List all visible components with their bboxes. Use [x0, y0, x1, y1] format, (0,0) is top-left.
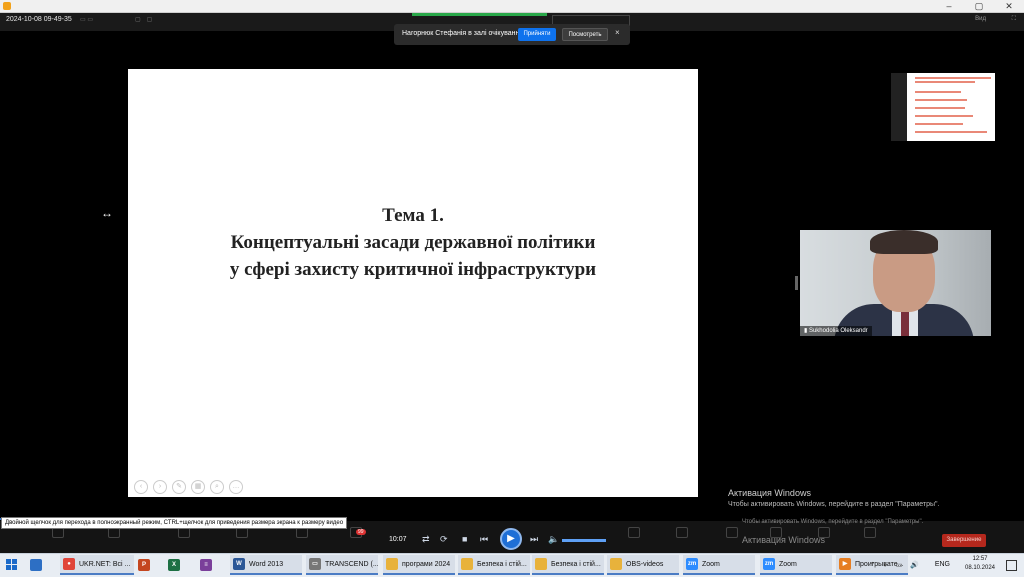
taskbar-app-label: Безпека і стій... — [551, 560, 601, 568]
presentation-slide: Тема 1. Концептуальні засади державної п… — [128, 69, 698, 497]
powerpoint-icon: P — [138, 559, 150, 571]
windows-activation-text: Чтобы активировать Windows, перейдите в … — [728, 501, 940, 508]
waiting-room-notification: Нагорнюк Стефанія в залі очікування Прий… — [394, 24, 630, 45]
slide-toolbar: ‹ › ✎ ▦ ⌕ … — [134, 480, 243, 494]
windows-taskbar: ● UKR.NET: Всі ... P X ≡ W Word 2013 ▭ TRANSCEND… — [0, 553, 1024, 577]
windows-activation-text-echo: Чтобы активировать Windows, перейдите в … — [742, 519, 924, 525]
zoom2-taskbar-button[interactable]: zm Zoom — [760, 555, 832, 575]
transcend-taskbar-button[interactable]: ▭ TRANSCEND (... — [306, 555, 378, 575]
minimize-icon[interactable]: – — [934, 0, 964, 12]
header-icons-faded: ▢▢ — [135, 17, 159, 23]
powerpoint-taskbar-button[interactable]: P — [138, 555, 160, 575]
thumbnail-preview — [907, 73, 995, 141]
volume-slider[interactable] — [562, 539, 606, 542]
slide-title-line-3: у сфері захисту критичної інфраструктури — [229, 259, 597, 280]
view-button[interactable]: Вид — [975, 16, 986, 22]
slide-title-line-2: Концептуальні засади державної політики — [230, 232, 596, 253]
recording-timestamp: 2024-10-08 09-49-35 — [6, 16, 72, 23]
previous-icon[interactable]: ⏮ — [480, 534, 488, 545]
notifications-icon[interactable] — [1006, 560, 1017, 571]
windows-activation-title-echo: Активация Windows — [742, 535, 825, 545]
share-screen-icon[interactable] — [676, 527, 688, 538]
close-notification-icon[interactable]: × — [615, 28, 620, 37]
stop-icon[interactable]: ■ — [462, 534, 467, 544]
player-app-icon — [3, 2, 11, 10]
end-meeting-button[interactable]: Завершение — [942, 534, 986, 547]
admit-button[interactable]: Прийняти — [518, 28, 556, 41]
windows-activation-title: Активация Windows — [728, 488, 811, 498]
player-tooltip: Двойной щелчок для перехода в полноэкран… — [1, 517, 348, 529]
slide-thumbnail[interactable] — [891, 73, 995, 141]
taskbar-app-label: TRANSCEND (... — [325, 560, 378, 568]
shuffle-icon[interactable]: ⇄ — [422, 534, 430, 545]
panel-resize-handle[interactable] — [795, 276, 798, 290]
view-waiting-button[interactable]: Посмотреть — [562, 28, 608, 41]
taskbar-app-label: Word 2013 — [249, 560, 284, 568]
window-controls: – ▢ ✕ — [934, 0, 1024, 12]
playback-time: 10:07 — [389, 536, 407, 543]
resize-cursor-icon: ↔ — [101, 206, 113, 220]
folder-icon — [386, 558, 398, 570]
winrar-taskbar-button[interactable]: ≡ — [200, 555, 222, 575]
word-icon: W — [233, 558, 245, 570]
zoom1-taskbar-button[interactable]: zm Zoom — [683, 555, 755, 575]
explorer-taskbar-button[interactable] — [30, 555, 50, 575]
slide-title-line-1: Тема 1. — [382, 205, 444, 226]
close-icon[interactable]: ✕ — [994, 0, 1024, 12]
folder-security1-taskbar-button[interactable]: Безпека і стій... — [458, 555, 530, 575]
start-button[interactable] — [6, 559, 18, 571]
folder-programs-taskbar-button[interactable]: програми 2024 — [383, 555, 455, 575]
slides-overview-icon[interactable]: ▦ — [191, 480, 205, 494]
tray-icons[interactable]: ⌃ ◐ ▭ 🔊 — [870, 561, 922, 569]
record-icon[interactable] — [726, 527, 738, 538]
folder-icon — [30, 559, 42, 571]
zoom-slide-icon[interactable]: ⌕ — [210, 480, 224, 494]
volume-icon[interactable]: 🔈 — [548, 534, 559, 545]
excel-taskbar-button[interactable]: X — [168, 555, 190, 575]
system-tray: ⌃ ◐ ▭ 🔊 ENG 12:57 08.10.2024 — [824, 554, 1024, 576]
prev-slide-icon[interactable]: ‹ — [134, 480, 148, 494]
chat-badge: 99 — [356, 529, 366, 535]
repeat-icon[interactable]: ⟳ — [440, 534, 448, 545]
media-player-controls: 10:07 ⇄ ⟳ ■ ⏮ ▶ ⏭ 🔈 — [384, 528, 612, 554]
taskbar-app-label: Zoom — [702, 560, 720, 568]
participant-video[interactable]: ▮ Sukhodolia Oleksandr — [800, 230, 991, 336]
word-taskbar-button[interactable]: W Word 2013 — [230, 555, 302, 575]
more-icon[interactable] — [864, 527, 876, 538]
folder-obs-taskbar-button[interactable]: OBS-videos — [607, 555, 679, 575]
folder-icon — [535, 558, 547, 570]
excel-icon: X — [168, 559, 180, 571]
more-options-icon[interactable]: … — [229, 480, 243, 494]
taskbar-app-label: UKR.NET: Всі ... — [79, 560, 131, 568]
chrome-taskbar-button[interactable]: ● UKR.NET: Всі ... — [60, 555, 134, 575]
folder-security2-taskbar-button[interactable]: Безпека і стій... — [532, 555, 604, 575]
screen-share-indicator — [412, 13, 547, 16]
participant-name: ▮ Sukhodolia Oleksandr — [800, 326, 872, 336]
folder-icon — [610, 558, 622, 570]
next-icon[interactable]: ⏭ — [530, 534, 538, 545]
winrar-icon: ≡ — [200, 559, 212, 571]
meeting-info-faded: ▭ ▭ — [80, 17, 94, 23]
folder-icon — [461, 558, 473, 570]
maximize-icon[interactable]: ▢ — [964, 0, 994, 12]
fullscreen-icon[interactable]: ⛶ — [1012, 16, 1016, 23]
drive-icon: ▭ — [309, 558, 321, 570]
play-button[interactable]: ▶ — [500, 528, 522, 550]
reactions-icon[interactable] — [628, 527, 640, 538]
language-indicator[interactable]: ENG — [935, 561, 950, 568]
pen-icon[interactable]: ✎ — [172, 480, 186, 494]
taskbar-app-label: програми 2024 — [402, 560, 451, 568]
taskbar-app-label: Zoom — [779, 560, 797, 568]
zoom-icon: zm — [763, 558, 775, 570]
taskbar-app-label: OBS-videos — [626, 560, 664, 568]
waiting-room-text: Нагорнюк Стефанія в залі очікування — [402, 30, 524, 37]
zoom-icon: zm — [686, 558, 698, 570]
taskbar-app-label: Безпека і стій... — [477, 560, 527, 568]
chrome-icon: ● — [63, 558, 75, 570]
window-titlebar: – ▢ ✕ — [0, 0, 1024, 13]
clock[interactable]: 12:57 08.10.2024 — [962, 555, 998, 573]
next-slide-icon[interactable]: › — [153, 480, 167, 494]
